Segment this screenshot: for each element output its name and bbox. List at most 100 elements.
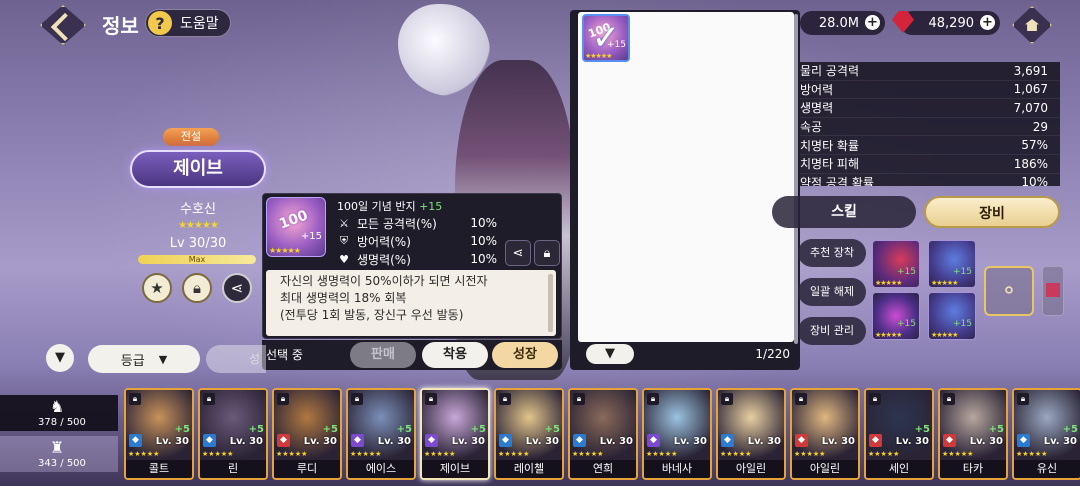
tab-skill[interactable]: 스킬 — [772, 196, 916, 228]
inventory-item-stars: ★★★★★ — [585, 52, 612, 60]
extra-slot[interactable] — [1042, 266, 1064, 316]
item-image-plus: +15 — [300, 231, 322, 242]
sort-dropdown[interactable]: 등급 ▼ — [88, 345, 200, 373]
hero-level: Lv. 30 — [969, 436, 1003, 447]
share-button[interactable]: ⋖ — [222, 273, 252, 303]
hero-stars: ★★★★★ — [202, 450, 234, 458]
inventory-filter-button[interactable]: ▼ — [586, 344, 634, 364]
hero-stars: ★★★★★ — [868, 450, 900, 458]
description-scrollbar[interactable] — [548, 274, 553, 332]
hero-card[interactable]: 🔒︎ +5 ◆ Lv. 30 ★★★★★ 에이스 — [346, 388, 416, 480]
hero-card[interactable]: 🔒︎ ◆ Lv. 30 ★★★★★ 아일린 — [716, 388, 786, 480]
stat-label: 속공 — [800, 120, 823, 135]
lock-icon: 🔒︎ — [869, 393, 881, 405]
hero-level: Lv. 30 — [1043, 436, 1077, 447]
heart-icon: ♥ — [339, 252, 349, 266]
class-icon: ◆ — [1017, 434, 1030, 447]
hero-card[interactable]: 🔒︎ +5 ◆ Lv. 30 ★★★★★ 유신 — [1012, 388, 1080, 480]
hero-filter-button[interactable]: ▼ — [46, 344, 74, 372]
grade-badge: 전설 — [163, 128, 219, 146]
stat-value: 3,691 — [1013, 63, 1048, 78]
item-share-button[interactable]: ⋖ — [505, 240, 531, 266]
hero-name: 루디 — [274, 460, 340, 478]
sell-button[interactable]: 판매 — [350, 342, 416, 368]
hero-name: 연희 — [570, 460, 636, 478]
equip-button[interactable]: 착용 — [422, 342, 488, 368]
hero-slot-counter[interactable]: ♞ 378 / 500 — [0, 395, 118, 431]
hero-card[interactable]: 🔒︎ +5 ◆ Lv. 30 ★★★★★ 린 — [198, 388, 268, 480]
lock-button[interactable]: 🔒︎ — [182, 273, 212, 303]
stat-row: 치명타 확률 57% — [800, 136, 1060, 155]
hero-stars: ★★★★★ — [1016, 450, 1048, 458]
hero-name: 아일린 — [718, 460, 784, 478]
lock-icon: 🔒︎ — [499, 393, 511, 405]
hero-card[interactable]: 🔒︎ +5 ◆ Lv. 30 ★★★★★ 콜트 — [124, 388, 194, 480]
unequip-all-button[interactable]: 일괄 해제 — [798, 278, 866, 306]
sort-secondary[interactable]: 성 — [206, 345, 266, 373]
stat-row: 방어력 1,067 — [800, 81, 1060, 100]
equip-plus: +15 — [897, 267, 916, 277]
stat-row: 속공 29 — [800, 118, 1060, 137]
hero-card[interactable]: 🔒︎ +5 ◆ Lv. 30 ★★★★★ 타카 — [938, 388, 1008, 480]
lock-icon: 🔒︎ — [573, 393, 585, 405]
hero-card[interactable]: 🔒︎ ◆ Lv. 30 ★★★★★ 바네사 — [642, 388, 712, 480]
hero-plus: +5 — [988, 424, 1004, 435]
hero-card[interactable]: 🔒︎ +5 ◆ Lv. 30 ★★★★★ 세인 — [864, 388, 934, 480]
stat-label: 방어력 — [800, 82, 834, 97]
tab-equipment[interactable]: 장비 — [924, 196, 1060, 228]
question-icon: ? — [148, 11, 172, 35]
hero-name: 에이스 — [348, 460, 414, 478]
hero-stars: ★★★★★ — [646, 450, 678, 458]
item-description-line: 최대 생명력의 18% 회복 — [280, 291, 407, 305]
hero-name: 아일린 — [792, 460, 858, 478]
hero-stars: ★★★★★ — [276, 450, 308, 458]
slot-count: 378 / 500 — [38, 417, 86, 428]
hero-card[interactable]: 🔒︎ ◆ Lv. 30 ★★★★★ 연희 — [568, 388, 638, 480]
equip-stars: ★★★★★ — [875, 331, 902, 339]
star-icon: ★ — [150, 279, 164, 297]
equipment-manage-button[interactable]: 장비 관리 — [798, 317, 866, 345]
stat-row: 생명력 7,070 — [800, 99, 1060, 118]
favorite-button[interactable]: ★ — [142, 273, 172, 303]
item-enhance: +15 — [419, 200, 443, 213]
equipped-weapon2-slot[interactable]: +15 ★★★★★ — [872, 292, 920, 340]
equipped-weapon-slot[interactable]: +15 ★★★★★ — [872, 240, 920, 288]
character-stars: ★★★★★ — [178, 220, 219, 231]
hero-name: 타카 — [940, 460, 1006, 478]
stat-value: 7,070 — [1013, 100, 1048, 115]
equipped-armor-slot[interactable]: +15 ★★★★★ — [928, 240, 976, 288]
stat-value: 10% — [1021, 175, 1048, 186]
recommend-equip-button[interactable]: 추천 장착 — [798, 239, 866, 267]
hero-card[interactable]: 🔒︎ +5 ◆ Lv. 30 ★★★★★ 루디 — [272, 388, 342, 480]
item-description: 자신의 생명력이 50%이하가 되면 시전자 최대 생명력의 18% 회복 (전… — [266, 270, 556, 336]
attack-icon: ⚔ — [339, 216, 349, 230]
filter-icon: ▼ — [605, 346, 615, 361]
grow-button[interactable]: 성장 — [492, 342, 558, 368]
item-lock-button[interactable]: 🔒︎ — [534, 240, 560, 266]
equip-plus: +15 — [953, 267, 972, 277]
item-image-text: 100 — [277, 207, 311, 233]
chevron-down-icon: ▼ — [158, 352, 168, 366]
add-gold-button[interactable]: + — [865, 15, 880, 30]
item-name-line: 100일 기념 반지 +15 — [337, 198, 442, 214]
item-stat-value: 10% — [470, 216, 497, 230]
help-button[interactable]: ? 도움말 — [145, 9, 231, 37]
class-icon: ◆ — [795, 434, 808, 447]
hero-plus: +5 — [248, 424, 264, 435]
storage-slot-counter[interactable]: ♜ 343 / 500 — [0, 436, 118, 472]
add-gem-button[interactable]: + — [980, 15, 995, 30]
item-description-line: (전투당 1회 발동, 장신구 우선 발동) — [280, 308, 464, 322]
stat-label: 약점 공격 확률 — [800, 175, 874, 186]
hero-card[interactable]: 🔒︎ ◆ Lv. 30 ★★★★★ 아일린 — [790, 388, 860, 480]
character-role: 수호신 — [180, 202, 216, 217]
class-icon: ◆ — [425, 434, 438, 447]
hero-card[interactable]: 🔒︎ +5 ◆ Lv. 30 ★★★★★ 레이첼 — [494, 388, 564, 480]
ring-slot[interactable]: ⚬ — [984, 266, 1034, 316]
hero-card[interactable]: 🔒︎ +5 ◆ Lv. 30 ★★★★★ 제이브 — [420, 388, 490, 480]
equipped-armor2-slot[interactable]: +15 ★★★★★ — [928, 292, 976, 340]
inventory-item[interactable]: 100 ✓ +15 ★★★★★ — [582, 14, 630, 62]
hero-plus: +5 — [544, 424, 560, 435]
inventory-item-plus: +15 — [607, 40, 626, 50]
hero-level: Lv. 30 — [377, 436, 411, 447]
class-icon: ◆ — [203, 434, 216, 447]
